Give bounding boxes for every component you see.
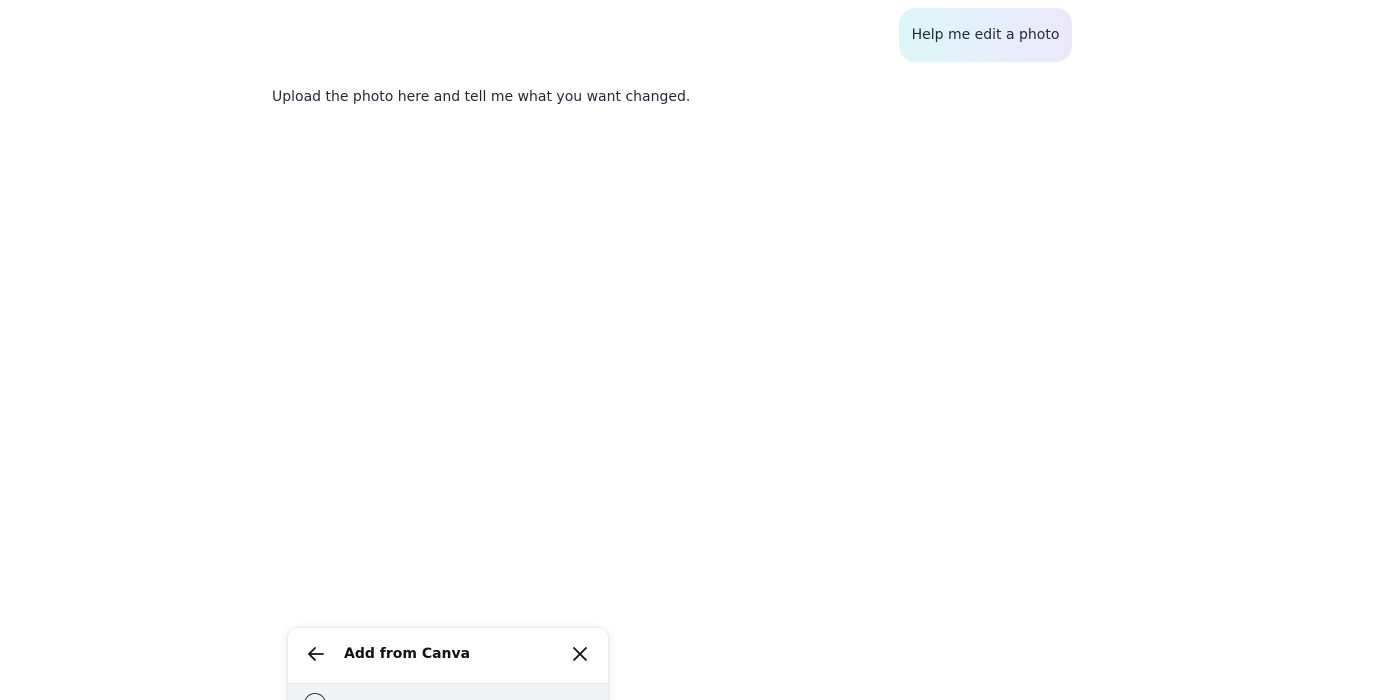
popover-option-row[interactable] (288, 684, 608, 700)
user-message-bubble: Help me edit a photo (899, 8, 1072, 62)
back-button[interactable] (304, 644, 328, 668)
circle-icon (304, 693, 326, 700)
close-icon (571, 645, 589, 667)
assistant-message: Upload the photo here and tell me what y… (272, 89, 691, 105)
close-button[interactable] (568, 644, 592, 668)
arrow-left-icon (307, 645, 325, 667)
chat-page: Help me edit a photo Upload the photo he… (0, 0, 1400, 700)
popover-title: Add from Canva (344, 646, 471, 662)
add-from-canva-popover: Add from Canva (288, 628, 608, 700)
popover-header: Add from Canva (288, 628, 608, 684)
